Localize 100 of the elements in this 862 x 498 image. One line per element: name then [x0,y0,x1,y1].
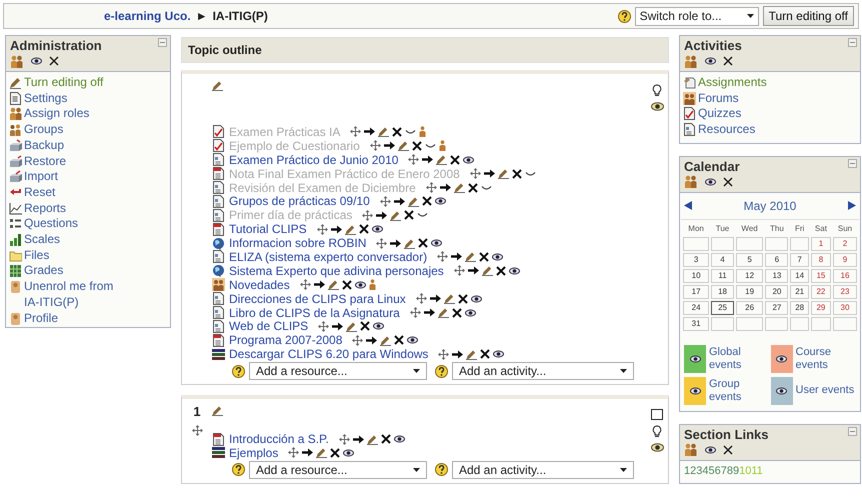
day-cell[interactable]: 16 [833,268,857,283]
move-icon[interactable] [380,196,391,207]
day-cell[interactable]: 13 [765,268,788,283]
section-link[interactable]: 8 [726,464,733,477]
help-icon[interactable] [618,10,631,22]
people-icon[interactable] [10,54,24,68]
arrow-right-icon[interactable] [314,279,325,290]
resource-link[interactable]: Examen Práctico de Junio 2010 [229,152,398,167]
arrow-right-icon[interactable] [440,182,451,193]
today-cell[interactable]: 25 [711,300,734,315]
admin-link[interactable]: Grades [24,263,64,280]
arrow-right-icon[interactable] [424,307,435,318]
activity-link[interactable]: Quizzes [698,106,742,122]
arrow-right-icon[interactable] [332,320,344,332]
section-link[interactable]: 4 [702,464,708,477]
resource-link[interactable]: Grupos de prácticas 09/10 [229,194,370,208]
move-icon[interactable] [370,140,381,152]
arrow-right-icon[interactable] [384,140,395,152]
people-icon[interactable] [684,175,698,188]
people-icon[interactable] [684,443,698,456]
day-cell[interactable]: 11 [711,268,734,283]
move-icon[interactable] [288,447,300,458]
help-icon[interactable] [435,364,448,378]
resource-link[interactable]: Ejemplos [229,446,278,460]
day-cell[interactable]: 18 [711,284,734,299]
admin-link[interactable]: Questions [24,216,78,232]
move-icon[interactable] [470,168,481,180]
day-cell[interactable]: 4 [711,252,734,267]
day-cell[interactable]: 19 [736,284,764,299]
pencil-icon[interactable] [498,168,509,180]
move-icon[interactable] [352,334,364,346]
day-cell[interactable]: 29 [810,300,832,315]
move-icon[interactable] [410,307,421,318]
next-month-icon[interactable] [848,201,856,210]
eye-icon[interactable] [690,354,700,363]
resource-link[interactable]: Web de CLIPS [229,319,308,334]
delete-icon[interactable] [479,252,490,262]
eye-icon[interactable] [690,386,700,395]
admin-link[interactable]: Import [24,169,58,185]
collapse-icon[interactable] [848,158,857,168]
pencil-icon[interactable] [398,140,409,152]
day-cell[interactable]: 24 [683,300,710,315]
move-icon[interactable] [438,348,450,360]
delete-icon[interactable] [422,196,432,206]
move-icon[interactable] [416,293,427,304]
day-cell[interactable]: 14 [790,268,809,283]
eye-icon[interactable] [372,225,383,234]
pencil-icon[interactable] [466,348,478,360]
closed-eye-icon[interactable] [480,184,492,192]
close-icon[interactable] [723,444,733,455]
day-cell[interactable]: 20 [765,284,788,299]
role-select[interactable]: Switch role to... [634,6,759,26]
day-cell[interactable]: 10 [683,268,710,283]
delete-icon[interactable] [392,126,402,137]
delete-icon[interactable] [418,238,428,248]
section-link[interactable]: 9 [733,464,740,477]
resource-link[interactable]: Descargar CLIPS 6.20 para Windows [229,347,428,362]
move-icon[interactable] [376,238,388,249]
eye-icon[interactable] [470,294,482,303]
eye-icon[interactable] [705,446,716,454]
delete-icon[interactable] [512,168,522,179]
day-cell[interactable]: 21 [790,284,809,299]
section-link[interactable]: 2 [690,464,696,477]
admin-link[interactable]: Reports [24,200,66,216]
day-cell[interactable]: 9 [833,252,857,267]
admin-link[interactable]: Groups [24,122,64,138]
resource-link[interactable]: Libro de CLIPS de la Asignatura [229,306,400,320]
eye-icon[interactable] [343,448,354,457]
section-link[interactable]: 5 [708,464,715,477]
eye-icon[interactable] [776,354,787,363]
pencil-icon[interactable] [404,238,416,249]
pencil-icon[interactable] [316,447,328,458]
day-cell[interactable]: 22 [810,284,832,299]
delete-icon[interactable] [412,140,422,151]
pencil-icon[interactable] [212,80,223,91]
move-icon[interactable] [454,265,465,276]
section-link[interactable]: 1 [684,464,690,477]
delete-icon[interactable] [468,182,478,192]
arrow-right-icon[interactable] [484,168,495,180]
closed-eye-icon[interactable] [424,142,436,150]
day-cell[interactable]: 26 [736,300,764,315]
resource-link[interactable]: Programa 2007-2008 [229,333,342,348]
day-cell[interactable]: 1 [810,236,832,251]
closed-eye-icon[interactable] [405,128,416,136]
admin-link[interactable]: Profile [24,310,58,326]
activity-link[interactable]: Assignments [698,75,767,91]
arrow-right-icon[interactable] [394,196,405,207]
pencil-icon[interactable] [482,265,493,276]
admin-link[interactable]: Files [24,248,50,264]
delete-icon[interactable] [394,335,404,346]
resource-link[interactable]: ELIZA (sistema experto conversador) [229,250,428,264]
activity-link[interactable]: Resources [698,122,756,138]
move-icon[interactable] [316,224,328,235]
square-icon[interactable] [651,409,663,420]
edit-toggle-button[interactable]: Turn editing off [762,6,854,26]
eye-icon[interactable] [650,443,664,452]
move-icon[interactable] [426,182,437,193]
admin-link[interactable]: Restore [24,154,66,170]
eye-icon[interactable] [31,57,42,65]
closed-eye-icon[interactable] [524,170,536,178]
